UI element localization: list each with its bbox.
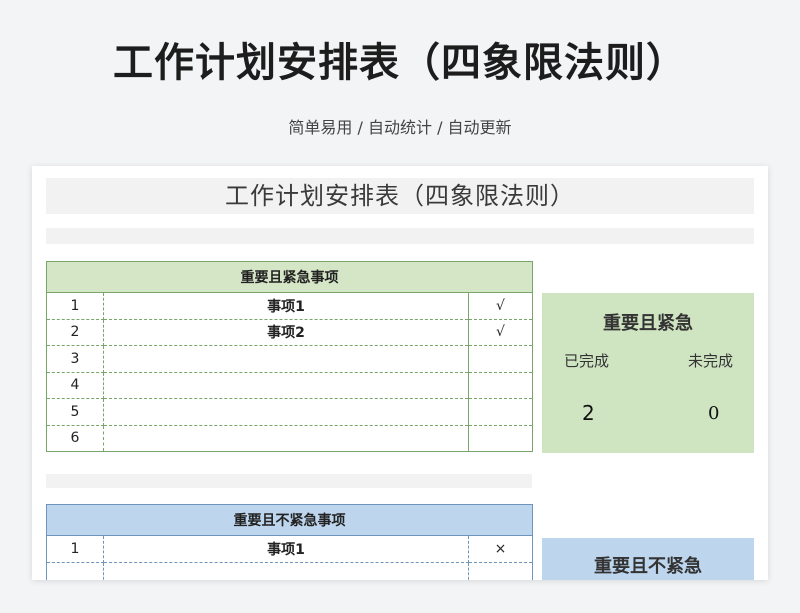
done-count: 2 [582, 401, 595, 425]
undone-count: 0 [708, 403, 720, 424]
row-number: 1 [46, 292, 104, 320]
table-row[interactable]: 2 事项2 √ [46, 318, 533, 346]
status-check-cell[interactable] [468, 398, 533, 426]
urgent-important-table: 重要且紧急事项 1 事项1 √ 2 事项2 √ 3 4 5 6 [46, 261, 533, 452]
table-row[interactable]: 3 [46, 345, 533, 373]
task-cell[interactable] [103, 424, 469, 452]
task-cell[interactable]: 事项2 [103, 318, 469, 346]
done-label: 已完成 [564, 352, 610, 370]
row-number: 5 [46, 398, 104, 426]
urgent-important-header: 重要且紧急事项 [46, 261, 533, 293]
important-not-urgent-summary: 重要且不紧急 [542, 538, 754, 580]
status-check-cell[interactable] [468, 371, 533, 399]
page-subtitle: 简单易用 / 自动统计 / 自动更新 [288, 118, 512, 137]
summary-title: 重要且不紧急 [594, 556, 702, 577]
table-row[interactable] [46, 561, 534, 580]
table-row[interactable]: 1 事项1 √ [46, 292, 533, 320]
status-check-cell[interactable] [468, 424, 533, 452]
status-check-cell[interactable]: √ [468, 292, 533, 320]
row-number: 2 [46, 318, 104, 346]
blank-row-bar [46, 474, 532, 488]
spreadsheet-preview: 工作计划安排表（四象限法则） 重要且紧急事项 1 事项1 √ 2 事项2 √ 3… [32, 166, 768, 580]
row-number: 1 [46, 535, 104, 563]
task-cell[interactable]: 事项1 [103, 535, 469, 563]
task-cell[interactable]: 事项1 [103, 292, 469, 320]
table-row[interactable]: 4 [46, 371, 533, 399]
sheet-title: 工作计划安排表（四象限法则） [46, 178, 754, 214]
undone-label: 未完成 [688, 352, 734, 370]
status-check-cell[interactable]: √ [468, 318, 533, 346]
task-cell[interactable] [103, 371, 469, 399]
table-row[interactable]: 6 [46, 424, 533, 452]
row-number: 6 [46, 424, 104, 452]
important-not-urgent-header: 重要且不紧急事项 [45, 504, 534, 536]
table-row[interactable]: 5 [46, 398, 533, 426]
row-number: 4 [46, 371, 104, 399]
urgent-important-summary: 重要且紧急 已完成 未完成 2 0 [542, 293, 754, 453]
important-not-urgent-table: 重要且不紧急事项 1 事项1 × [45, 504, 534, 580]
status-check-cell[interactable] [468, 345, 533, 373]
status-check-cell[interactable]: × [467, 535, 534, 563]
blank-row-bar [46, 228, 754, 244]
page-title: 工作计划安排表（四象限法则） [113, 40, 687, 86]
summary-title: 重要且紧急 [603, 313, 693, 334]
row-number: 3 [46, 345, 104, 373]
table-row[interactable]: 1 事项1 × [46, 535, 534, 563]
task-cell[interactable] [103, 398, 469, 426]
task-cell[interactable] [103, 345, 469, 373]
